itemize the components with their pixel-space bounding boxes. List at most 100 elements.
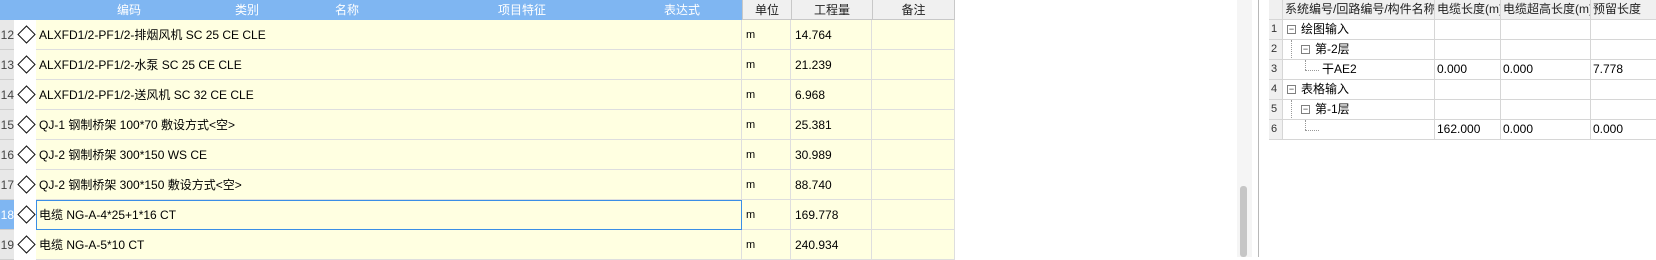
diamond-icon — [17, 205, 36, 224]
cell-cable-length[interactable]: 162.000 — [1435, 120, 1501, 140]
table-row[interactable]: 16 QJ-2 钢制桥架 300*150 WS CE m 30.989 — [0, 140, 955, 170]
cell-quantity[interactable]: 14.764 — [791, 20, 872, 50]
cell-unit[interactable]: m — [742, 140, 791, 170]
scrollbar-thumb[interactable] — [1240, 186, 1247, 257]
tree-node-drawing-input[interactable]: − 绘图输入 — [1283, 20, 1435, 40]
header-name[interactable]: 名称 — [272, 0, 422, 20]
table-row[interactable]: 17 QJ-2 钢制桥架 300*150 敷设方式<空> m 88.740 — [0, 170, 955, 200]
header-cable-length[interactable]: 电缆长度(m) — [1435, 0, 1501, 20]
collapse-icon[interactable]: − — [1301, 45, 1310, 54]
cell-reserved-length[interactable]: 0.000 — [1591, 120, 1656, 140]
cell-unit[interactable]: m — [742, 170, 791, 200]
row-number[interactable]: 4 — [1269, 80, 1283, 100]
row-number[interactable]: 3 — [1269, 60, 1283, 80]
cell-remark[interactable] — [872, 230, 955, 260]
cell-name[interactable]: QJ-2 钢制桥架 300*150 敷设方式<空> — [36, 170, 742, 200]
cell-cable-length[interactable]: 0.000 — [1435, 60, 1501, 80]
cell-unit[interactable]: m — [742, 230, 791, 260]
table-row-selected[interactable]: 18 电缆 NG-A-4*25+1*16 CT m 169.778 — [0, 200, 955, 230]
row-number[interactable]: 16 — [0, 140, 14, 170]
header-category[interactable]: 类别 — [222, 0, 272, 20]
row-number[interactable]: 14 — [0, 80, 14, 110]
table-row[interactable]: 14 ALXFD1/2-PF1/2-送风机 SC 32 CE CLE m 6.9… — [0, 80, 955, 110]
cell-unit[interactable]: m — [742, 50, 791, 80]
vertical-scrollbar[interactable] — [1237, 0, 1252, 257]
cell-reserved-length[interactable] — [1591, 80, 1656, 100]
header-quantity[interactable]: 工程量 — [791, 0, 872, 20]
collapse-icon[interactable]: − — [1301, 105, 1310, 114]
cable-detail-grid: 系统编号/回路编号/构件名称 电缆长度(m) 电缆超高长度(m) 预留长度 1 … — [1269, 0, 1656, 257]
cell-reserved-length[interactable] — [1591, 100, 1656, 120]
cell-reserved-length[interactable]: 7.778 — [1591, 60, 1656, 80]
cell-unit[interactable]: m — [742, 20, 791, 50]
cell-cable-length[interactable] — [1435, 40, 1501, 60]
panel-splitter[interactable] — [1258, 0, 1259, 257]
header-feature[interactable]: 项目特征 — [422, 0, 622, 20]
cell-quantity[interactable]: 30.989 — [791, 140, 872, 170]
cell-unit[interactable]: m — [742, 80, 791, 110]
cell-remark[interactable] — [872, 170, 955, 200]
header-unit[interactable]: 单位 — [742, 0, 791, 20]
row-number[interactable]: 1 — [1269, 20, 1283, 40]
row-number[interactable]: 15 — [0, 110, 14, 140]
header-component-name[interactable]: 系统编号/回路编号/构件名称 — [1283, 0, 1435, 20]
header-overheight-length[interactable]: 电缆超高长度(m) — [1501, 0, 1591, 20]
cell-cable-length[interactable] — [1435, 20, 1501, 40]
tree-node-ae2[interactable]: 干AE2 — [1283, 60, 1435, 80]
header-code[interactable]: 编码 — [36, 0, 222, 20]
row-number[interactable]: 13 — [0, 50, 14, 80]
cell-overheight-length[interactable] — [1501, 100, 1591, 120]
tree-node-floor-minus-2[interactable]: − 第-2层 — [1283, 40, 1435, 60]
header-remark[interactable]: 备注 — [872, 0, 955, 20]
tree-node-unnamed[interactable] — [1283, 120, 1435, 140]
table-row[interactable]: 15 QJ-1 钢制桥架 100*70 敷设方式<空> m 25.381 — [0, 110, 955, 140]
cell-cable-length[interactable] — [1435, 80, 1501, 100]
row-number[interactable]: 5 — [1269, 100, 1283, 120]
row-number[interactable]: 19 — [0, 230, 14, 260]
cell-remark[interactable] — [872, 50, 955, 80]
cell-name[interactable]: ALXFD1/2-PF1/2-排烟风机 SC 25 CE CLE — [36, 20, 742, 50]
table-row[interactable]: 13 ALXFD1/2-PF1/2-水泵 SC 25 CE CLE m 21.2… — [0, 50, 955, 80]
cell-name[interactable]: ALXFD1/2-PF1/2-送风机 SC 32 CE CLE — [36, 80, 742, 110]
header-expression[interactable]: 表达式 — [622, 0, 742, 20]
cell-overheight-length[interactable] — [1501, 20, 1591, 40]
tree-connector — [1305, 120, 1306, 130]
table-row[interactable]: 19 电缆 NG-A-5*10 CT m 240.934 — [0, 230, 955, 260]
row-number[interactable]: 18 — [0, 200, 14, 230]
tree-node-table-input[interactable]: − 表格输入 — [1283, 80, 1435, 100]
cell-quantity[interactable]: 25.381 — [791, 110, 872, 140]
tree-node-floor-minus-1[interactable]: − 第-1层 — [1283, 100, 1435, 120]
table-row[interactable]: 12 ALXFD1/2-PF1/2-排烟风机 SC 25 CE CLE m 14… — [0, 20, 955, 50]
cell-quantity[interactable]: 88.740 — [791, 170, 872, 200]
cell-remark[interactable] — [872, 140, 955, 170]
collapse-icon[interactable]: − — [1287, 25, 1296, 34]
header-corner — [0, 0, 36, 20]
cell-name[interactable]: 电缆 NG-A-5*10 CT — [36, 230, 742, 260]
cell-unit[interactable]: m — [742, 110, 791, 140]
collapse-icon[interactable]: − — [1287, 85, 1296, 94]
cell-reserved-length[interactable] — [1591, 40, 1656, 60]
header-reserved-length[interactable]: 预留长度 — [1591, 0, 1656, 20]
cell-name[interactable]: QJ-2 钢制桥架 300*150 WS CE — [36, 140, 742, 170]
cell-overheight-length[interactable] — [1501, 40, 1591, 60]
cell-quantity[interactable]: 6.968 — [791, 80, 872, 110]
cell-overheight-length[interactable] — [1501, 80, 1591, 100]
cell-name[interactable]: QJ-1 钢制桥架 100*70 敷设方式<空> — [36, 110, 742, 140]
cell-overheight-length[interactable]: 0.000 — [1501, 60, 1591, 80]
cell-cable-length[interactable] — [1435, 100, 1501, 120]
row-number[interactable]: 2 — [1269, 40, 1283, 60]
cell-remark[interactable] — [872, 20, 955, 50]
cell-overheight-length[interactable]: 0.000 — [1501, 120, 1591, 140]
cell-quantity[interactable]: 169.778 — [791, 200, 872, 230]
cell-reserved-length[interactable] — [1591, 20, 1656, 40]
cell-unit[interactable]: m — [742, 200, 791, 230]
cell-remark[interactable] — [872, 200, 955, 230]
row-number[interactable]: 17 — [0, 170, 14, 200]
row-number[interactable]: 12 — [0, 20, 14, 50]
cell-quantity[interactable]: 21.239 — [791, 50, 872, 80]
cell-name[interactable]: ALXFD1/2-PF1/2-水泵 SC 25 CE CLE — [36, 50, 742, 80]
cell-remark[interactable] — [872, 80, 955, 110]
row-number[interactable]: 6 — [1269, 120, 1283, 140]
cell-quantity[interactable]: 240.934 — [791, 230, 872, 260]
cell-remark[interactable] — [872, 110, 955, 140]
